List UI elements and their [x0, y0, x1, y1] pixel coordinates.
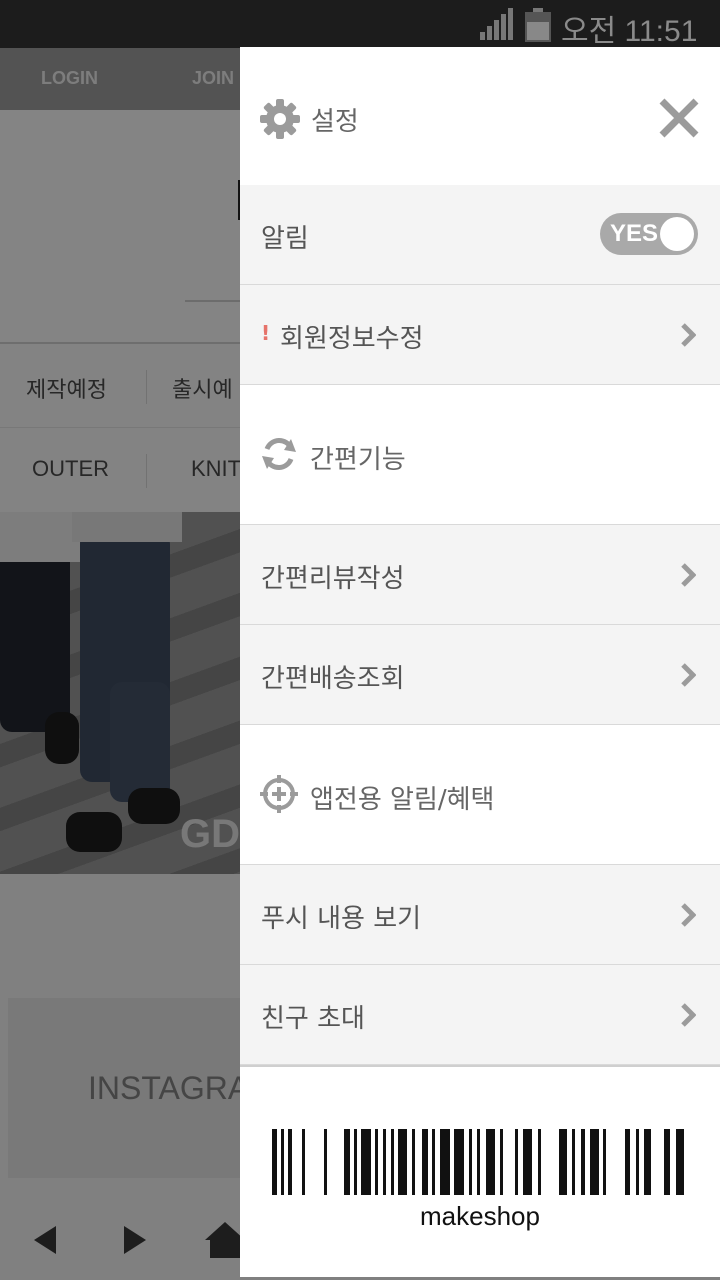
- toggle-text: YES: [610, 220, 659, 247]
- chevron-right-icon: [681, 563, 696, 587]
- refresh-icon: [262, 438, 296, 470]
- toggle-knob: [660, 217, 694, 251]
- quick-review-label: 간편리뷰작성: [261, 564, 405, 594]
- chevron-right-icon: [681, 1003, 696, 1027]
- invite-friend-label: 친구 초대: [261, 1004, 365, 1034]
- drawer-header: 설정: [240, 47, 720, 185]
- notification-row: 알림 YES: [240, 185, 720, 285]
- settings-drawer: 설정 알림 YES ! 회원정보수정 간편기능 간편리뷰작성 간편배송조회 앱전…: [240, 47, 720, 1277]
- member-info-row[interactable]: ! 회원정보수정: [240, 285, 720, 385]
- target-plus-icon: [260, 775, 298, 813]
- signal-icon: [480, 8, 513, 40]
- push-view-label: 푸시 내용 보기: [261, 904, 422, 934]
- status-time: 오전 11:51: [561, 15, 698, 48]
- close-icon[interactable]: [658, 97, 700, 139]
- gear-icon: [260, 99, 300, 139]
- quick-section-label: 간편기능: [310, 445, 406, 475]
- chevron-right-icon: [681, 663, 696, 687]
- alert-mark: !: [261, 321, 271, 345]
- chevron-right-icon: [681, 903, 696, 927]
- app-section-label: 앱전용 알림/혜택: [310, 785, 495, 815]
- quick-review-row[interactable]: 간편리뷰작성: [240, 525, 720, 625]
- quick-section-header: 간편기능: [240, 385, 720, 525]
- quick-delivery-row[interactable]: 간편배송조회: [240, 625, 720, 725]
- quick-delivery-label: 간편배송조회: [261, 664, 405, 694]
- app-section-header: 앱전용 알림/혜택: [240, 725, 720, 865]
- notification-toggle[interactable]: YES: [600, 213, 698, 255]
- drawer-title: 설정: [311, 107, 359, 137]
- notification-label: 알림: [261, 224, 309, 254]
- chevron-right-icon: [681, 323, 696, 347]
- invite-friend-row[interactable]: 친구 초대: [240, 965, 720, 1065]
- barcode-label: makeshop: [420, 1201, 540, 1231]
- status-bar: 오전 11:51: [0, 0, 720, 48]
- member-info-label: 회원정보수정: [280, 324, 424, 354]
- push-view-row[interactable]: 푸시 내용 보기: [240, 865, 720, 965]
- footer-barcode: makeshop: [240, 1065, 720, 1277]
- barcode-icon: [272, 1129, 684, 1195]
- battery-icon: [525, 8, 551, 42]
